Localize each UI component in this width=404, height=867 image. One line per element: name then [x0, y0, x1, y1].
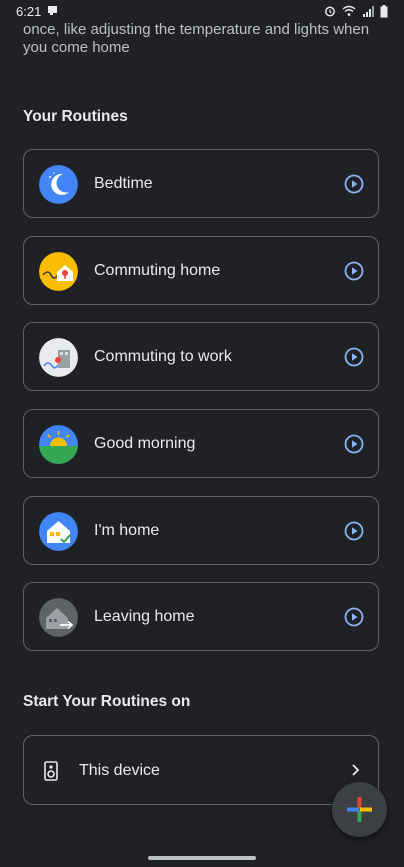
play-button-icon[interactable] — [344, 261, 364, 281]
commuting-home-icon — [39, 252, 78, 291]
status-bar: 6:21 — [0, 0, 404, 22]
play-button-icon[interactable] — [344, 347, 364, 367]
battery-icon — [380, 4, 388, 18]
good-morning-icon — [39, 425, 78, 464]
intro-text: once, like adjusting the temperature and… — [23, 21, 370, 56]
wifi-icon — [342, 5, 356, 17]
routine-commuting-home[interactable]: Commuting home — [23, 236, 379, 305]
plus-icon — [347, 797, 372, 822]
routine-commuting-to-work[interactable]: Commuting to work — [23, 322, 379, 391]
routine-label: Leaving home — [94, 607, 195, 625]
notification-icon — [47, 4, 58, 19]
leaving-home-icon — [39, 598, 78, 637]
chevron-right-icon — [350, 763, 360, 782]
add-routine-button[interactable] — [332, 782, 387, 837]
routine-label: Bedtime — [94, 174, 153, 192]
routine-leaving-home[interactable]: Leaving home — [23, 582, 379, 651]
play-button-icon[interactable] — [344, 607, 364, 627]
alarm-icon — [324, 5, 336, 17]
bedtime-icon — [39, 165, 78, 204]
this-device-card[interactable]: This device — [23, 735, 379, 805]
play-button-icon[interactable] — [344, 434, 364, 454]
play-button-icon[interactable] — [344, 521, 364, 541]
status-time: 6:21 — [16, 3, 42, 19]
routine-label: Commuting to work — [94, 347, 232, 365]
signal-icon — [362, 5, 374, 17]
this-device-label: This device — [79, 762, 160, 779]
speaker-icon — [44, 761, 58, 786]
routine-good-morning[interactable]: Good morning — [23, 409, 379, 478]
gesture-nav-handle[interactable] — [148, 856, 256, 860]
routine-bedtime[interactable]: Bedtime — [23, 149, 379, 218]
routine-label: I'm home — [94, 521, 160, 539]
im-home-icon — [39, 512, 78, 551]
routine-im-home[interactable]: I'm home — [23, 496, 379, 565]
start-section-title: Start Your Routines on — [23, 693, 191, 710]
play-button-icon[interactable] — [344, 174, 364, 194]
routines-section-title: Your Routines — [23, 108, 128, 125]
routine-label: Commuting home — [94, 261, 221, 279]
commuting-to-work-icon — [39, 338, 78, 377]
routine-label: Good morning — [94, 434, 196, 452]
